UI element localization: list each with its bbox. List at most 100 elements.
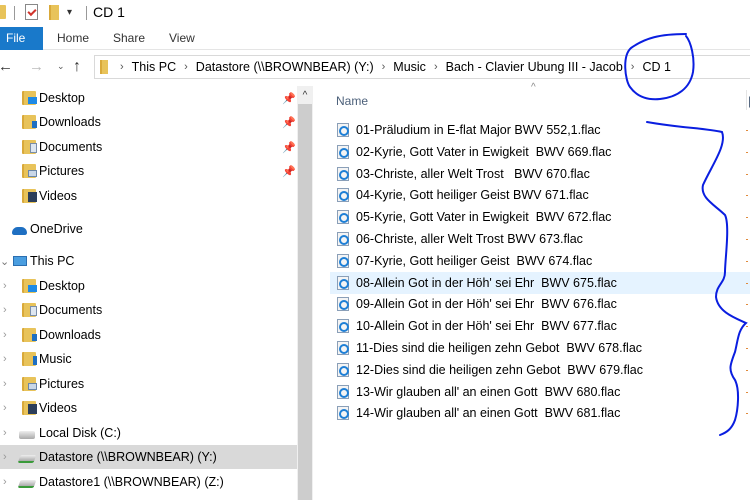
breadcrumb-datastore[interactable]: Datastore (\\BROWNBEAR) (Y:)	[196, 60, 374, 74]
column-edge-marker	[746, 304, 748, 306]
column-edge-marker	[746, 239, 748, 240]
chevron-right-icon[interactable]: ›	[434, 61, 438, 73]
file-row[interactable]: 14-Wir glauben all' an einen Gott BWV 68…	[330, 402, 750, 424]
navigation-pane: Desktop 📌 Downloads 📌 Documents 📌 Pictur…	[0, 86, 297, 500]
pin-icon[interactable]: 📌	[282, 141, 296, 154]
sort-ascending-icon: ^	[531, 82, 536, 93]
sidebar-item-label: Documents	[39, 140, 103, 154]
column-header-name[interactable]: Name	[336, 94, 368, 108]
sidebar-item-label: Downloads	[39, 328, 101, 342]
downloads-folder-icon	[22, 328, 37, 342]
customize-quick-access-icon[interactable]: ▾	[67, 7, 72, 18]
expanded-chevron-icon[interactable]: ⌄	[0, 255, 9, 268]
sidebar-item-pc-downloads[interactable]: › Downloads	[0, 323, 297, 347]
column-edge-marker	[746, 130, 748, 131]
sidebar-item-pictures[interactable]: Pictures 📌	[0, 159, 297, 183]
forward-arrow-icon[interactable]: →	[29, 58, 44, 75]
pin-icon[interactable]: 📌	[282, 116, 296, 129]
sidebar-item-pc-music[interactable]: › Music	[0, 347, 297, 371]
expand-chevron-icon[interactable]: ›	[3, 476, 7, 488]
sidebar-item-pc-desktop[interactable]: › Desktop	[0, 274, 297, 298]
flac-audio-file-icon	[337, 319, 349, 334]
window-title: CD 1	[93, 4, 125, 20]
chevron-right-icon[interactable]: ›	[120, 61, 124, 73]
sidebar-item-datastore1-z[interactable]: › Datastore1 (\\BROWNBEAR) (Z:)	[0, 470, 297, 494]
breadcrumb-album[interactable]: Bach - Clavier Ubung III - Jacob	[446, 60, 623, 74]
expand-chevron-icon[interactable]: ›	[3, 304, 7, 316]
expand-chevron-icon[interactable]: ›	[3, 451, 7, 463]
file-name: 13-Wir glauben all' an einen Gott BWV 68…	[356, 384, 621, 399]
sidebar-item-label: Desktop	[39, 91, 85, 105]
sidebar-item-label: Datastore1 (\\BROWNBEAR) (Z:)	[39, 475, 224, 489]
chevron-right-icon[interactable]: ›	[184, 61, 188, 73]
file-name: 07-Kyrie, Gott heiliger Geist BWV 674.fl…	[356, 253, 593, 268]
file-row[interactable]: 09-Allein Got in der Höh' sei Ehr BWV 67…	[330, 293, 750, 315]
breadcrumb-music[interactable]: Music	[393, 60, 426, 74]
recent-locations-chevron-icon[interactable]: ⌄	[57, 61, 65, 72]
expand-chevron-icon[interactable]: ›	[3, 280, 7, 292]
tab-share[interactable]: Share	[113, 27, 145, 50]
sidebar-item-documents[interactable]: Documents 📌	[0, 135, 297, 159]
file-row[interactable]: 04-Kyrie, Gott heiliger Geist BWV 671.fl…	[330, 184, 750, 206]
videos-folder-icon	[22, 401, 37, 415]
sidebar-item-label: Datastore (\\BROWNBEAR) (Y:)	[39, 450, 217, 464]
file-row[interactable]: 08-Allein Got in der Höh' sei Ehr BWV 67…	[330, 271, 750, 294]
file-row[interactable]: 13-Wir glauben all' an einen Gott BWV 68…	[330, 381, 750, 403]
file-row[interactable]: 07-Kyrie, Gott heiliger Geist BWV 674.fl…	[330, 250, 750, 272]
file-name: 04-Kyrie, Gott heiliger Geist BWV 671.fl…	[356, 188, 589, 203]
file-row[interactable]: 05-Kyrie, Gott Vater in Ewigkeit BWV 672…	[330, 206, 750, 228]
sidebar-item-pc-pictures[interactable]: › Pictures	[0, 372, 297, 396]
expand-chevron-icon[interactable]: ›	[3, 402, 7, 414]
computer-icon	[13, 256, 27, 266]
column-edge-marker	[746, 413, 748, 415]
back-arrow-icon[interactable]: ←	[0, 58, 13, 75]
scroll-up-arrow-icon[interactable]: ^	[297, 86, 313, 103]
sidebar-item-downloads[interactable]: Downloads 📌	[0, 110, 297, 134]
tab-view[interactable]: View	[169, 27, 195, 50]
sidebar-item-desktop[interactable]: Desktop 📌	[0, 86, 297, 110]
sidebar-item-pc-videos[interactable]: › Videos	[0, 396, 297, 420]
column-edge-marker	[746, 369, 748, 371]
file-name: 02-Kyrie, Gott Vater in Ewigkeit BWV 669…	[356, 144, 612, 159]
expand-chevron-icon[interactable]: ›	[3, 427, 7, 439]
sidebar-item-this-pc[interactable]: ⌄ This PC	[0, 249, 297, 273]
sidebar-item-local-disk[interactable]: › Local Disk (C:)	[0, 421, 297, 445]
chevron-right-icon[interactable]: ›	[631, 61, 635, 73]
tab-file[interactable]: File	[0, 27, 43, 50]
column-divider[interactable]	[746, 90, 747, 110]
expand-chevron-icon[interactable]: ›	[3, 378, 7, 390]
address-bar[interactable]: › This PC › Datastore (\\BROWNBEAR) (Y:)…	[94, 55, 750, 79]
sidebar-item-label: This PC	[30, 254, 75, 268]
breadcrumb-this-pc[interactable]: This PC	[132, 60, 176, 74]
file-row[interactable]: 01-Präludium in E-flat Major BWV 552,1.f…	[330, 119, 750, 141]
pictures-folder-icon	[22, 377, 37, 391]
column-edge-marker	[746, 348, 748, 349]
pin-icon[interactable]: 📌	[282, 92, 296, 105]
sidebar-item-label: Desktop	[39, 279, 85, 293]
expand-chevron-icon[interactable]: ›	[3, 353, 7, 365]
expand-chevron-icon[interactable]: ›	[3, 329, 7, 341]
scrollbar-thumb[interactable]	[298, 104, 312, 500]
file-row[interactable]: 02-Kyrie, Gott Vater in Ewigkeit BWV 669…	[330, 141, 750, 163]
tab-home[interactable]: Home	[57, 27, 89, 50]
folder-icon	[0, 5, 6, 19]
sidebar-item-videos[interactable]: Videos	[0, 184, 297, 208]
sidebar-item-pc-documents[interactable]: › Documents	[0, 298, 297, 322]
file-row[interactable]: 11-Dies sind die heiligen zehn Gebot BWV…	[330, 337, 750, 359]
navigation-pane-scrollbar[interactable]: ^	[297, 86, 313, 500]
file-row[interactable]: 06-Christe, aller Welt Trost BWV 673.fla…	[330, 228, 750, 250]
new-folder-icon[interactable]	[49, 5, 59, 20]
sidebar-item-datastore-y[interactable]: › Datastore (\\BROWNBEAR) (Y:)	[0, 445, 297, 469]
flac-audio-file-icon	[337, 210, 349, 225]
downloads-folder-icon	[22, 115, 37, 129]
file-row[interactable]: 03-Christe, aller Welt Trost BWV 670.fla…	[330, 163, 750, 185]
up-arrow-icon[interactable]: ↑	[73, 58, 81, 76]
pin-icon[interactable]: 📌	[282, 165, 296, 178]
properties-icon[interactable]	[25, 4, 38, 20]
file-row[interactable]: 10-Allein Got in der Höh' sei Ehr BWV 67…	[330, 315, 750, 337]
file-name: 05-Kyrie, Gott Vater in Ewigkeit BWV 672…	[356, 210, 612, 225]
file-row[interactable]: 12-Dies sind die heiligen zehn Gebot BWV…	[330, 359, 750, 381]
breadcrumb-cd1[interactable]: CD 1	[642, 60, 670, 74]
chevron-right-icon[interactable]: ›	[382, 61, 386, 73]
sidebar-item-onedrive[interactable]: OneDrive	[0, 217, 297, 241]
